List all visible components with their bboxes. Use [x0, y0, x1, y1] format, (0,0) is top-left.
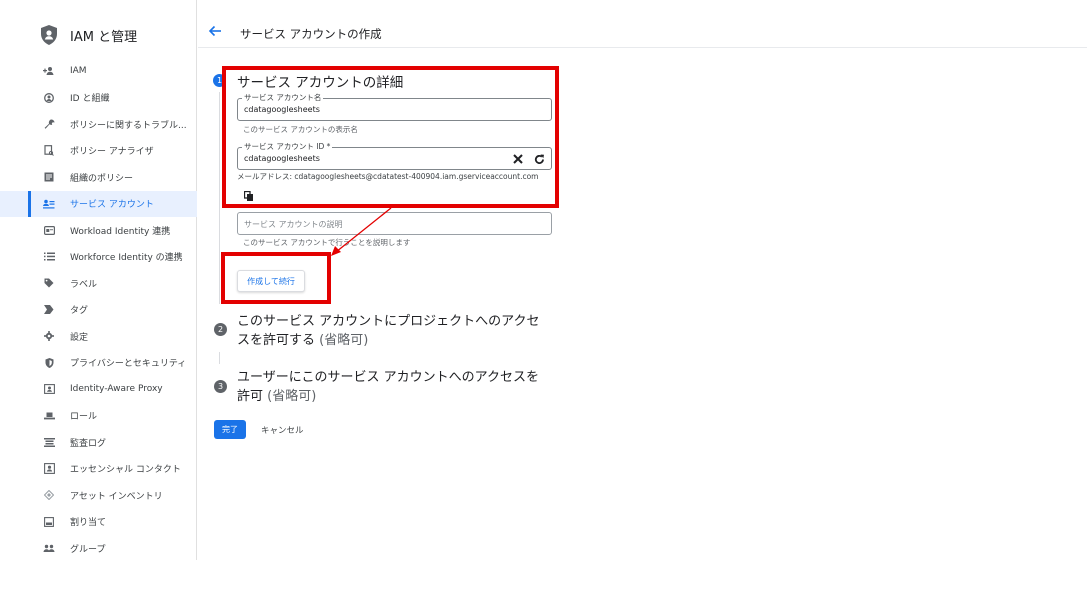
page-header: サービス アカウントの作成 — [198, 22, 1087, 48]
sidebar-item-label: 組織のポリシー — [70, 173, 134, 184]
sidebar-item-id-org[interactable]: ID と組織 — [0, 85, 197, 112]
sidebar-item-tags[interactable]: タグ — [0, 297, 197, 324]
sidebar-item-label: IAM — [70, 66, 87, 77]
list-document-icon — [43, 171, 55, 183]
sidebar-item-iap[interactable]: Identity-Aware Proxy — [0, 376, 197, 403]
optional-label: (省略可) — [267, 389, 317, 404]
product-title: IAM と管理 — [70, 29, 138, 45]
product-header[interactable]: IAM と管理 — [40, 24, 137, 46]
highlight-box-details — [222, 66, 559, 208]
step-2-title[interactable]: このサービス アカウントにプロジェクトへのアクセ スを許可する (省略可) — [237, 312, 557, 350]
log-icon — [43, 436, 55, 448]
id-card-icon — [43, 224, 55, 236]
back-arrow-icon[interactable] — [208, 24, 224, 40]
step-3-title-line2: 許可 — [237, 389, 264, 404]
sidebar-item-label: エッセンシャル コンタクト — [70, 465, 181, 476]
sidebar-item-label: ラベル — [70, 279, 98, 290]
sidebar-item-audit-logs[interactable]: 監査ログ — [0, 429, 197, 456]
sidebar-nav: IAM ID と組織 ポリシーに関するトラブル... ポリシー アナライザ 組織… — [0, 58, 197, 562]
sidebar-item-privacy-security[interactable]: プライバシーとセキュリティ — [0, 350, 197, 377]
wrench-icon — [43, 118, 55, 130]
sidebar-item-label: グループ — [70, 544, 106, 555]
hat-icon — [43, 410, 55, 422]
add-person-icon — [43, 65, 55, 77]
tag-icon — [43, 277, 55, 289]
sidebar-item-label: 割り当て — [70, 518, 107, 529]
sidebar-item-policy-analyzer[interactable]: ポリシー アナライザ — [0, 138, 197, 165]
sidebar-item-service-accounts[interactable]: サービス アカウント — [0, 190, 197, 217]
done-button[interactable]: 完了 — [214, 420, 246, 439]
shield-icon — [43, 357, 55, 369]
document-search-icon — [43, 145, 55, 157]
service-account-description-field[interactable]: サービス アカウントの説明 — [237, 212, 552, 235]
cancel-button[interactable]: キャンセル — [261, 420, 304, 439]
step-connector-line — [219, 352, 220, 364]
sidebar-item-label: タグ — [70, 306, 89, 317]
description-hint: このサービス アカウントで行うことを説明します — [243, 238, 411, 247]
step-connector-line — [219, 92, 220, 304]
chevron-tag-icon — [43, 304, 55, 316]
sidebar-item-roles[interactable]: ロール — [0, 403, 197, 430]
proxy-icon — [43, 383, 55, 395]
sidebar-item-label: アセット インベントリ — [70, 491, 163, 502]
sidebar-item-org-policy[interactable]: 組織のポリシー — [0, 164, 197, 191]
step-3-title-line1: ユーザーにこのサービス アカウントへのアクセスを — [237, 370, 539, 385]
sidebar-item-quotas[interactable]: 割り当て — [0, 509, 197, 536]
gear-icon — [43, 330, 55, 342]
page-title: サービス アカウントの作成 — [240, 27, 382, 41]
sidebar-item-groups[interactable]: グループ — [0, 535, 197, 562]
highlight-box-create-button — [221, 252, 331, 304]
sidebar-item-iam[interactable]: IAM — [0, 58, 197, 85]
sidebar: IAM と管理 IAM ID と組織 ポリシーに関するトラブル... ポリシー … — [0, 0, 197, 560]
sidebar-item-label: 監査ログ — [70, 438, 107, 449]
sidebar-item-label: プライバシーとセキュリティ — [70, 359, 187, 370]
group-icon — [43, 542, 55, 554]
sidebar-item-settings[interactable]: 設定 — [0, 323, 197, 350]
sidebar-item-label: ポリシー アナライザ — [70, 147, 154, 158]
sidebar-item-workforce-identity[interactable]: Workforce Identity の連携 — [0, 244, 197, 271]
sidebar-item-policy-troubleshooter[interactable]: ポリシーに関するトラブル... — [0, 111, 197, 138]
list-icon — [43, 251, 55, 263]
sidebar-item-label: サービス アカウント — [70, 200, 154, 211]
sidebar-item-label: 設定 — [70, 332, 89, 343]
service-account-icon — [43, 198, 55, 210]
iam-shield-icon — [41, 25, 57, 45]
step-2-indicator: 2 — [214, 323, 227, 336]
diamond-icon — [43, 489, 55, 501]
sidebar-item-labels[interactable]: ラベル — [0, 270, 197, 297]
step-3-title[interactable]: ユーザーにこのサービス アカウントへのアクセスを 許可 (省略可) — [237, 368, 557, 406]
quota-icon — [43, 516, 55, 528]
field-placeholder: サービス アカウントの説明 — [244, 220, 343, 229]
step-3-indicator: 3 — [214, 380, 227, 393]
sidebar-item-label: ポリシーに関するトラブル... — [70, 120, 187, 131]
sidebar-item-label: Workforce Identity の連携 — [70, 253, 183, 264]
sidebar-item-label: ロール — [70, 412, 98, 423]
sidebar-item-essential-contacts[interactable]: エッセンシャル コンタクト — [0, 456, 197, 483]
step-2-title-line1: このサービス アカウントにプロジェクトへのアクセ — [237, 314, 540, 329]
account-circle-icon — [43, 92, 55, 104]
step-2-title-line2: スを許可する — [237, 333, 316, 348]
contact-icon — [43, 463, 55, 475]
sidebar-item-label: Workload Identity 連携 — [70, 226, 171, 237]
sidebar-item-asset-inventory[interactable]: アセット インベントリ — [0, 482, 197, 509]
sidebar-item-label: Identity-Aware Proxy — [70, 384, 163, 395]
sidebar-item-workload-identity[interactable]: Workload Identity 連携 — [0, 217, 197, 244]
optional-label: (省略可) — [319, 333, 369, 348]
sidebar-item-label: ID と組織 — [70, 94, 110, 105]
